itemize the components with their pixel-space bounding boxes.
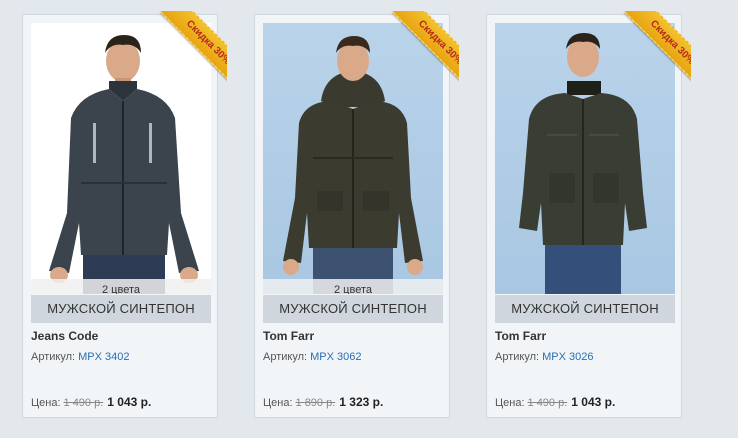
price-label: Цена: (263, 397, 293, 409)
brand-name: Tom Farr (495, 329, 547, 343)
article-link[interactable]: MPX 3062 (310, 351, 361, 363)
product-card[interactable]: 2 цвета МУЖСКОЙ СИНТЕПОН Jeans Code Арти… (22, 11, 227, 418)
category-label[interactable]: МУЖСКОЙ СИНТЕПОН (495, 295, 675, 323)
price-line: Цена: 1 890 р. 1 323 р. (263, 395, 383, 409)
product-card[interactable]: 2 цвета МУЖСКОЙ СИНТЕПОН Tom Farr Артику… (254, 11, 459, 418)
article-line: Артикул: MPX 3402 (31, 351, 130, 363)
article-link[interactable]: MPX 3402 (78, 351, 129, 363)
brand-name: Tom Farr (263, 329, 315, 343)
article-label: Артикул: (495, 351, 540, 363)
price-line: Цена: 1 490 р. 1 043 р. (495, 395, 615, 409)
article-line: Артикул: MPX 3062 (263, 351, 362, 363)
article-label: Артикул: (31, 351, 76, 363)
new-price: 1 323 р. (339, 395, 384, 409)
discount-ribbon: Скидка 30% (607, 11, 691, 95)
price-label: Цена: (495, 397, 525, 409)
category-label[interactable]: МУЖСКОЙ СИНТЕПОН (31, 295, 211, 323)
discount-ribbon: Скидка 30% (143, 11, 227, 95)
new-price: 1 043 р. (571, 395, 616, 409)
article-line: Артикул: MPX 3026 (495, 351, 594, 363)
old-price: 1 490 р. (63, 397, 104, 409)
colors-count-label: 2 цвета (263, 279, 443, 294)
discount-label: Скидка 30% (160, 11, 227, 91)
discount-label: Скидка 30% (392, 11, 459, 91)
old-price: 1 490 р. (527, 397, 568, 409)
discount-label: Скидка 30% (624, 11, 691, 91)
old-price: 1 890 р. (295, 397, 336, 409)
price-line: Цена: 1 490 р. 1 043 р. (31, 395, 151, 409)
new-price: 1 043 р. (107, 395, 152, 409)
article-label: Артикул: (263, 351, 308, 363)
category-label[interactable]: МУЖСКОЙ СИНТЕПОН (263, 295, 443, 323)
brand-name: Jeans Code (31, 329, 99, 343)
article-link[interactable]: MPX 3026 (542, 351, 593, 363)
colors-count-label: 2 цвета (31, 279, 211, 294)
price-label: Цена: (31, 397, 61, 409)
discount-ribbon: Скидка 30% (375, 11, 459, 95)
product-card[interactable]: МУЖСКОЙ СИНТЕПОН Tom Farr Артикул: MPX 3… (486, 11, 691, 418)
